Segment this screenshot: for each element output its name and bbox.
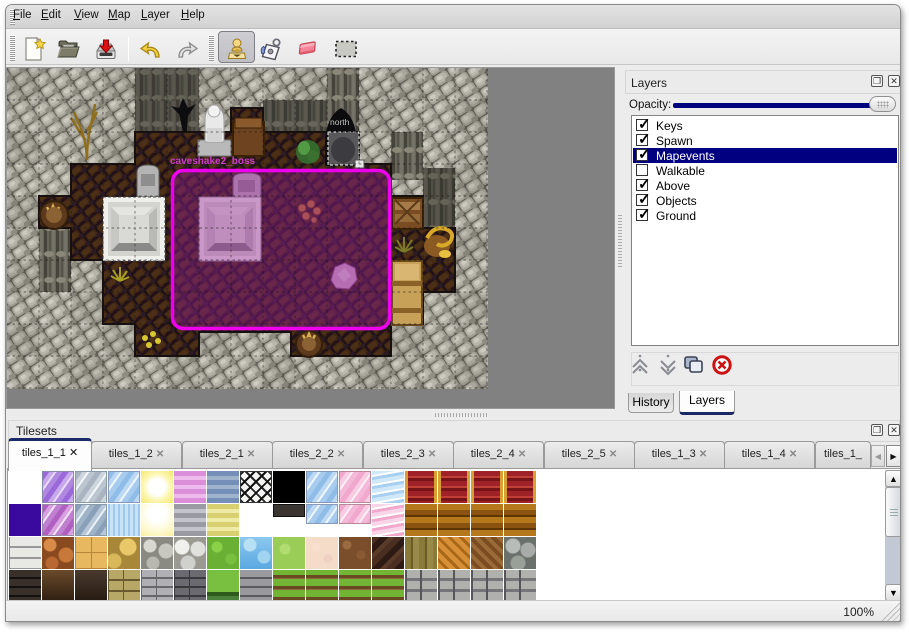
svg-text:north: north: [330, 117, 350, 127]
svg-text:caveshake2_boss: caveshake2_boss: [170, 156, 256, 167]
